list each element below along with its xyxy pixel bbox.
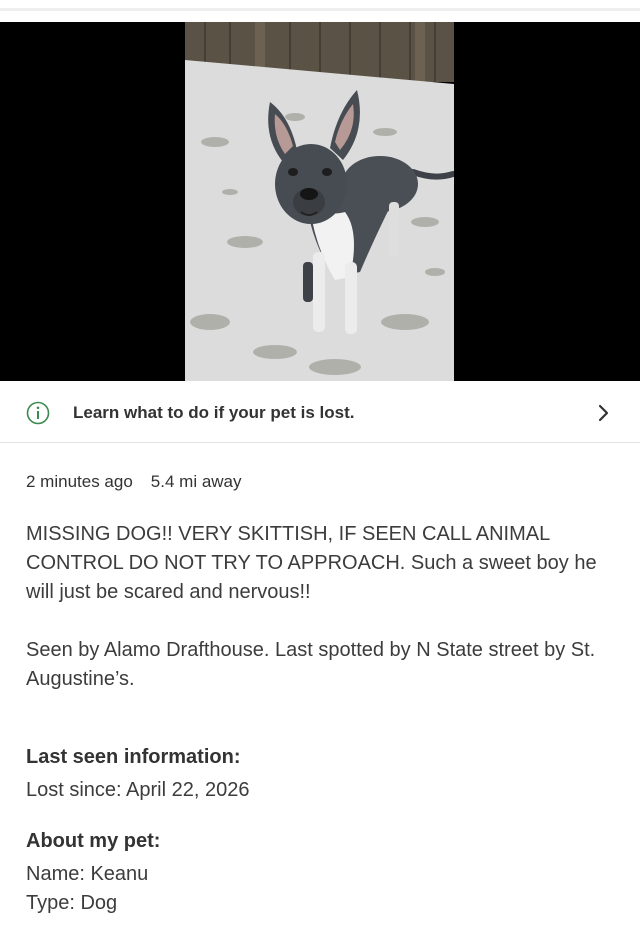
lost-pet-help-banner[interactable]: Learn what to do if your pet is lost. [0, 381, 640, 443]
info-icon [26, 401, 50, 425]
description-paragraph: Seen by Alamo Drafthouse. Last spotted b… [26, 639, 596, 690]
pet-name: Name: Keanu [26, 863, 149, 885]
post-description: MISSING DOG!! VERY SKITTISH, IF SEEN CAL… [26, 520, 626, 723]
pet-photo-area[interactable] [0, 22, 640, 381]
last-seen-heading: Last seen information: [26, 746, 241, 768]
top-divider [0, 8, 640, 11]
lost-since: Lost since: April 22, 2026 [26, 779, 250, 801]
about-pet-heading: About my pet: [26, 830, 161, 852]
pet-type: Type: Dog [26, 892, 118, 914]
description-paragraph: MISSING DOG!! VERY SKITTISH, IF SEEN CAL… [26, 523, 597, 603]
distance: 5.4 mi away [150, 472, 242, 491]
chevron-right-icon[interactable] [596, 402, 612, 424]
post-meta: 2 minutes ago 5.4 mi away [26, 470, 242, 494]
time-ago: 2 minutes ago [26, 472, 133, 491]
top-strip [0, 0, 640, 22]
banner-text: Learn what to do if your pet is lost. [73, 403, 355, 422]
pet-photo[interactable] [185, 22, 454, 381]
